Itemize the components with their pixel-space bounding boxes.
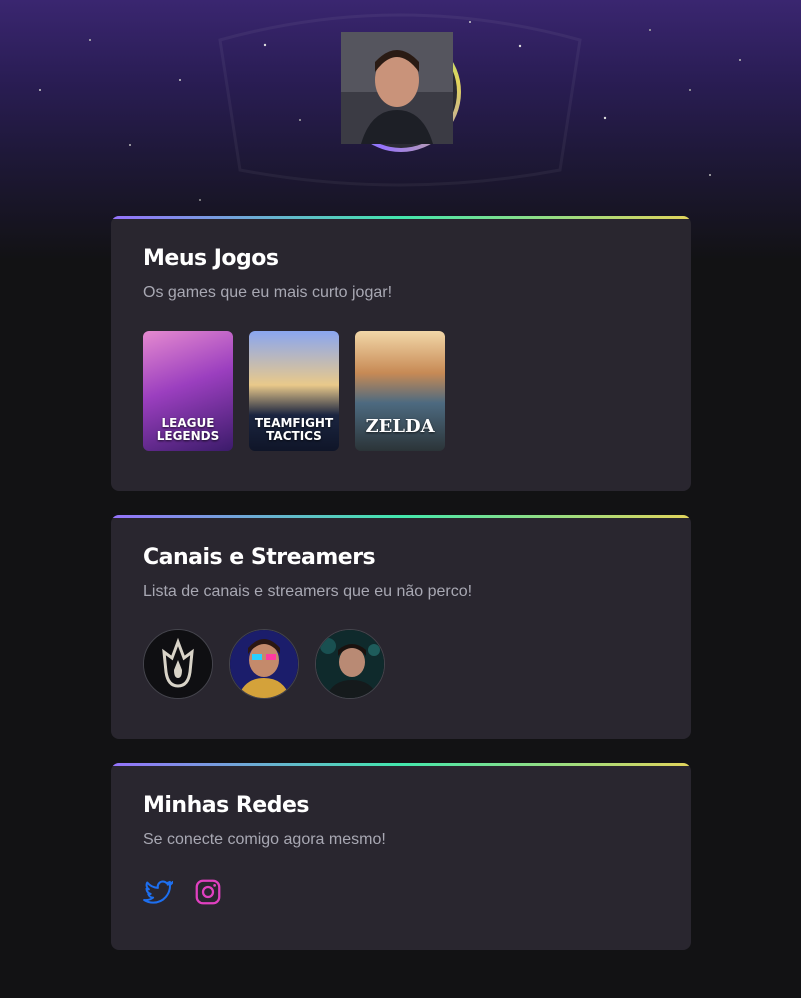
socials-title: Minhas Redes bbox=[143, 793, 309, 818]
streamers-subtitle: Lista de canais e streamers que eu não p… bbox=[143, 583, 473, 600]
socials-subtitle: Se conecte comigo agora mesmo! bbox=[143, 831, 386, 848]
profile-photo bbox=[341, 32, 453, 144]
instagram-icon bbox=[195, 879, 221, 905]
avatar bbox=[341, 32, 457, 148]
avatar-ring bbox=[341, 32, 461, 152]
instagram-link[interactable] bbox=[193, 877, 223, 907]
streamers-list bbox=[143, 629, 385, 699]
games-card: Meus Jogos Os games que eu mais curto jo… bbox=[111, 216, 691, 491]
streamers-title: Canais e Streamers bbox=[143, 545, 376, 570]
game-zelda[interactable]: ZELDA bbox=[355, 331, 445, 451]
socials-list bbox=[143, 877, 223, 907]
socials-card: Minhas Redes Se conecte comigo agora mes… bbox=[111, 763, 691, 950]
game-title: LEAGUE LEGENDS bbox=[156, 416, 220, 443]
streamer-avatar[interactable] bbox=[315, 629, 385, 699]
streamers-card: Canais e Streamers Lista de canais e str… bbox=[111, 515, 691, 739]
streamer-avatar[interactable] bbox=[143, 629, 213, 699]
games-list: LEAGUE LEGENDS TEAMFIGHT TACTICS ZELDA bbox=[143, 331, 445, 451]
games-title: Meus Jogos bbox=[143, 246, 279, 271]
streamer-avatar[interactable] bbox=[229, 629, 299, 699]
flame-logo-icon bbox=[144, 630, 212, 698]
game-league-of-legends[interactable]: LEAGUE LEGENDS bbox=[143, 331, 233, 451]
streamer-photo bbox=[230, 630, 298, 698]
game-title: ZELDA bbox=[365, 416, 435, 437]
games-subtitle: Os games que eu mais curto jogar! bbox=[143, 284, 393, 301]
game-teamfight-tactics[interactable]: TEAMFIGHT TACTICS bbox=[249, 331, 339, 451]
game-title: TEAMFIGHT TACTICS bbox=[254, 416, 334, 443]
twitter-icon bbox=[143, 880, 174, 904]
twitter-link[interactable] bbox=[143, 877, 174, 907]
streamer-photo bbox=[316, 630, 384, 698]
